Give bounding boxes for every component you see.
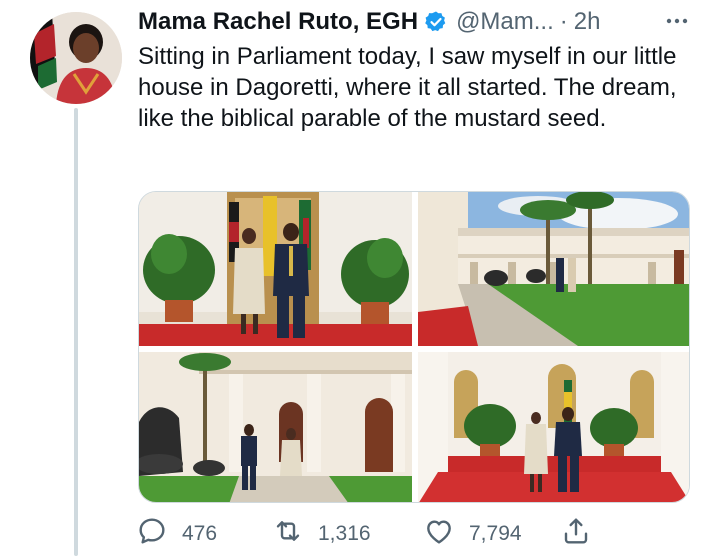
like-icon	[423, 515, 455, 553]
time-separator: ·	[559, 8, 568, 35]
tweet-timestamp[interactable]: 2h	[574, 8, 601, 36]
media-grid	[138, 191, 690, 503]
reply-count: 476	[182, 522, 218, 545]
thread-line	[74, 108, 78, 556]
retweet-button[interactable]: 1,316	[272, 514, 371, 554]
media-photo-2[interactable]	[418, 192, 689, 346]
tweet-text: Sitting in Parliament today, I saw mysel…	[138, 43, 677, 132]
retweet-icon	[272, 515, 304, 553]
share-button[interactable]	[560, 514, 592, 554]
media-photo-3[interactable]	[139, 352, 412, 502]
like-count: 7,794	[469, 522, 522, 545]
reply-button[interactable]: 476	[136, 514, 217, 554]
more-options-icon[interactable]	[664, 8, 690, 34]
like-button[interactable]: 7,794	[423, 514, 522, 554]
media-photo-4[interactable]	[418, 352, 689, 502]
share-icon	[560, 515, 592, 553]
tweet-header: Mama Rachel Ruto, EGH @Mam... · 2h	[138, 6, 600, 38]
reply-icon	[136, 515, 168, 553]
author-handle[interactable]: @Mam...	[456, 8, 554, 36]
avatar[interactable]	[30, 12, 122, 104]
author-name[interactable]: Mama Rachel Ruto, EGH	[138, 8, 418, 36]
media-photo-1[interactable]	[139, 192, 412, 346]
avatar-image	[30, 12, 122, 104]
retweet-count: 1,316	[318, 522, 371, 545]
tweet-actions: 476 1,316 7,794	[136, 514, 596, 554]
verified-badge-icon	[424, 10, 448, 34]
